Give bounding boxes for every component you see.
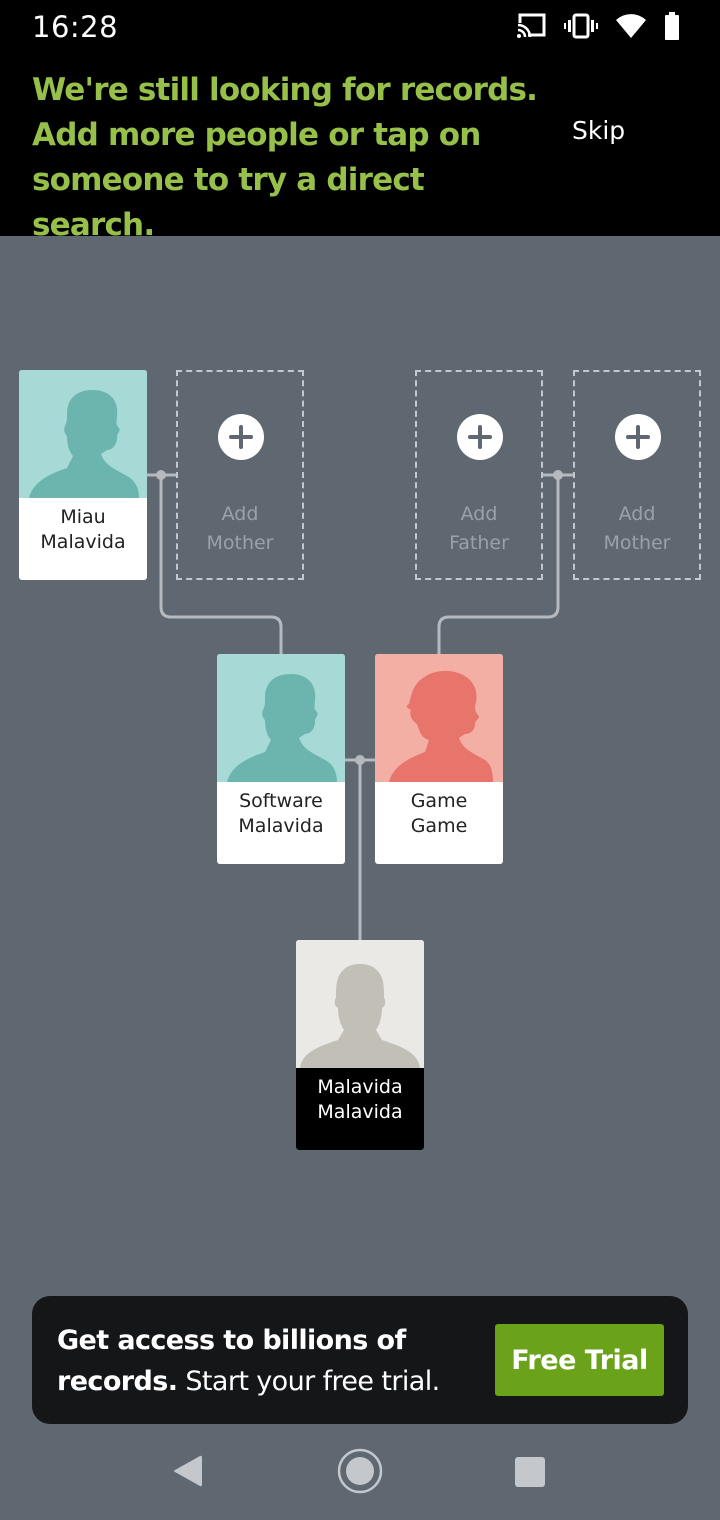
person-card-malavida-malavida[interactable]: Malavida Malavida (296, 940, 424, 1150)
generic-silhouette-icon (296, 940, 424, 1068)
person-last-name: Malavida (238, 815, 324, 837)
person-first-name: Software (239, 790, 323, 812)
add-maternal-grandfather-slot[interactable]: Add Father (415, 370, 543, 580)
search-status-banner: We're still looking for records. Add mor… (0, 56, 720, 243)
skip-button[interactable]: Skip (572, 116, 625, 145)
person-name: Game Game (375, 782, 503, 864)
person-card-software-malavida[interactable]: Software Malavida (217, 654, 345, 864)
promo-bold-line-2: records. (57, 1366, 178, 1397)
promo-bold-line-1: Get access to billions of (57, 1325, 406, 1356)
male-silhouette-icon (217, 654, 345, 782)
person-last-name: Malavida (317, 1101, 403, 1123)
home-icon[interactable] (337, 1448, 383, 1499)
add-plus-icon (457, 414, 503, 460)
person-last-name: Game (410, 815, 468, 837)
status-icons (516, 12, 680, 45)
add-label-line-2: Mother (206, 532, 274, 554)
recents-icon[interactable] (514, 1456, 546, 1493)
person-name: Software Malavida (217, 782, 345, 864)
battery-icon (664, 12, 680, 45)
vibrate-icon (564, 13, 598, 44)
add-plus-icon (218, 414, 264, 460)
wifi-icon (616, 14, 646, 43)
banner-line-3: someone to try a direct search. (32, 162, 425, 243)
family-tree: Miau Malavida Add Mother Add Father Add … (0, 236, 720, 1296)
banner-line-2: Add more people or tap on (32, 117, 481, 153)
status-bar: 16:28 (0, 0, 720, 56)
status-time: 16:28 (32, 10, 119, 44)
connector-node-paternal (156, 470, 166, 480)
person-card-miau-malavida[interactable]: Miau Malavida (19, 370, 147, 580)
add-label-line-2: Father (449, 532, 509, 554)
person-last-name: Malavida (40, 531, 126, 553)
person-card-game-game[interactable]: Game Game (375, 654, 503, 864)
back-icon[interactable] (172, 1454, 204, 1493)
male-silhouette-icon (19, 370, 147, 498)
free-trial-button[interactable]: Free Trial (495, 1324, 664, 1396)
promo-regular-text: Start your free trial. (185, 1366, 440, 1397)
connector-node-parents (355, 755, 365, 765)
add-slot-label: Add Mother (575, 500, 699, 558)
person-name: Miau Malavida (19, 498, 147, 580)
banner-line-1: We're still looking for records. (32, 72, 538, 108)
add-maternal-grandmother-slot[interactable]: Add Mother (573, 370, 701, 580)
add-paternal-grandmother-slot[interactable]: Add Mother (176, 370, 304, 580)
connector-node-maternal (553, 470, 563, 480)
add-label-line-1: Add (460, 503, 498, 525)
add-plus-icon (615, 414, 661, 460)
cast-icon (516, 13, 546, 44)
promo-message: Get access to billions of records. Start… (57, 1320, 477, 1402)
system-nav-bar (0, 1424, 720, 1520)
female-silhouette-icon (375, 654, 503, 782)
add-slot-label: Add Father (417, 500, 541, 558)
add-label-line-1: Add (618, 503, 656, 525)
free-trial-promo: Get access to billions of records. Start… (32, 1296, 688, 1424)
person-first-name: Game (410, 790, 468, 812)
add-label-line-2: Mother (603, 532, 671, 554)
banner-message: We're still looking for records. Add mor… (32, 68, 552, 248)
person-first-name: Malavida (317, 1076, 403, 1098)
person-first-name: Miau (60, 506, 106, 528)
add-label-line-1: Add (221, 503, 259, 525)
add-slot-label: Add Mother (178, 500, 302, 558)
person-name: Malavida Malavida (296, 1068, 424, 1150)
